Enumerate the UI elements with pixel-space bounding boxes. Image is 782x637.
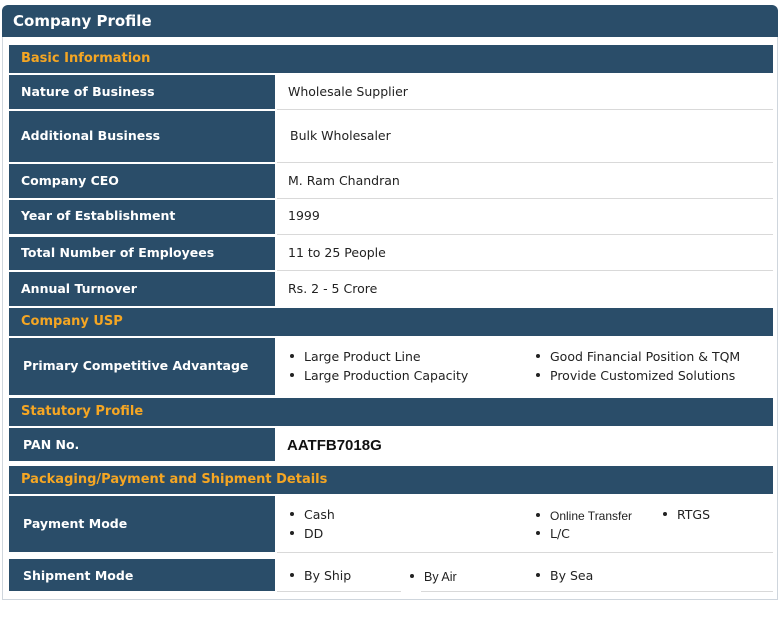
usp-item: Large Production Capacity	[290, 368, 468, 383]
company-ceo-value: M. Ram Chandran	[288, 173, 400, 188]
section-packaging-payment-shipment: Packaging/Payment and Shipment Details	[9, 466, 773, 494]
payment-item: Cash	[290, 507, 335, 522]
nature-of-business-label: Nature of Business	[21, 84, 155, 99]
annual-turnover-value-cell: Rs. 2 - 5 Crore	[277, 272, 773, 307]
year-of-establishment-value: 1999	[288, 208, 320, 223]
competitive-advantage-value-cell: Large Product Line Large Production Capa…	[277, 338, 773, 396]
nature-of-business-label-cell: Nature of Business	[9, 75, 275, 109]
additional-business-value-cell: Bulk Wholesaler	[277, 111, 773, 163]
company-ceo-value-cell: M. Ram Chandran	[277, 164, 773, 199]
shipment-item: By Ship	[290, 568, 351, 583]
payment-item: Online Transfer	[536, 509, 632, 523]
total-employees-label: Total Number of Employees	[21, 245, 215, 260]
pan-label-cell: PAN No.	[9, 428, 275, 461]
annual-turnover-label: Annual Turnover	[21, 281, 137, 296]
payment-mode-label: Payment Mode	[23, 516, 128, 531]
total-employees-value: 11 to 25 People	[288, 245, 386, 260]
section-title: Statutory Profile	[21, 404, 144, 419]
shipment-mode-label: Shipment Mode	[23, 568, 134, 583]
payment-item: RTGS	[663, 507, 710, 522]
total-employees-value-cell: 11 to 25 People	[277, 237, 773, 271]
usp-item: Provide Customized Solutions	[536, 368, 735, 383]
payment-mode-label-cell: Payment Mode	[9, 496, 275, 552]
total-employees-label-cell: Total Number of Employees	[9, 237, 275, 270]
payment-mode-value-cell: Cash DD Online Transfer L/C RTGS	[277, 496, 773, 553]
annual-turnover-label-cell: Annual Turnover	[9, 272, 275, 306]
company-ceo-label-cell: Company CEO	[9, 164, 275, 198]
pan-value-cell: AATFB7018G	[277, 428, 773, 462]
shipment-item: By Air	[410, 570, 457, 584]
shipment-mode-value-cell: By Ship	[277, 559, 401, 592]
section-company-usp: Company USP	[9, 308, 773, 336]
company-ceo-label: Company CEO	[21, 173, 119, 188]
shipment-item: By Sea	[536, 568, 593, 583]
usp-item: Good Financial Position & TQM	[536, 349, 740, 364]
nature-of-business-value-cell: Wholesale Supplier	[277, 75, 773, 110]
shipment-mode-value-cell: By Air By Sea	[421, 559, 773, 592]
section-statutory-profile: Statutory Profile	[9, 398, 773, 426]
page-header: Company Profile	[2, 5, 778, 37]
additional-business-label-cell: Additional Business	[9, 111, 275, 162]
page-title: Company Profile	[13, 12, 152, 30]
additional-business-label: Additional Business	[21, 128, 161, 143]
section-title: Basic Information	[21, 51, 151, 66]
year-of-establishment-label: Year of Establishment	[21, 208, 176, 223]
competitive-advantage-label: Primary Competitive Advantage	[23, 358, 249, 373]
payment-item: L/C	[536, 526, 570, 541]
payment-item: DD	[290, 526, 323, 541]
additional-business-value: Bulk Wholesaler	[290, 128, 391, 143]
pan-label: PAN No.	[23, 437, 80, 452]
year-of-establishment-value-cell: 1999	[277, 200, 773, 235]
section-title: Company USP	[21, 314, 123, 329]
pan-value: AATFB7018G	[287, 437, 382, 454]
competitive-advantage-label-cell: Primary Competitive Advantage	[9, 338, 275, 395]
section-title: Packaging/Payment and Shipment Details	[21, 472, 328, 487]
section-basic-information: Basic Information	[9, 45, 773, 73]
nature-of-business-value: Wholesale Supplier	[288, 84, 408, 99]
usp-item: Large Product Line	[290, 349, 421, 364]
shipment-mode-label-cell: Shipment Mode	[9, 559, 275, 591]
annual-turnover-value: Rs. 2 - 5 Crore	[288, 281, 378, 296]
year-of-establishment-label-cell: Year of Establishment	[9, 200, 275, 234]
